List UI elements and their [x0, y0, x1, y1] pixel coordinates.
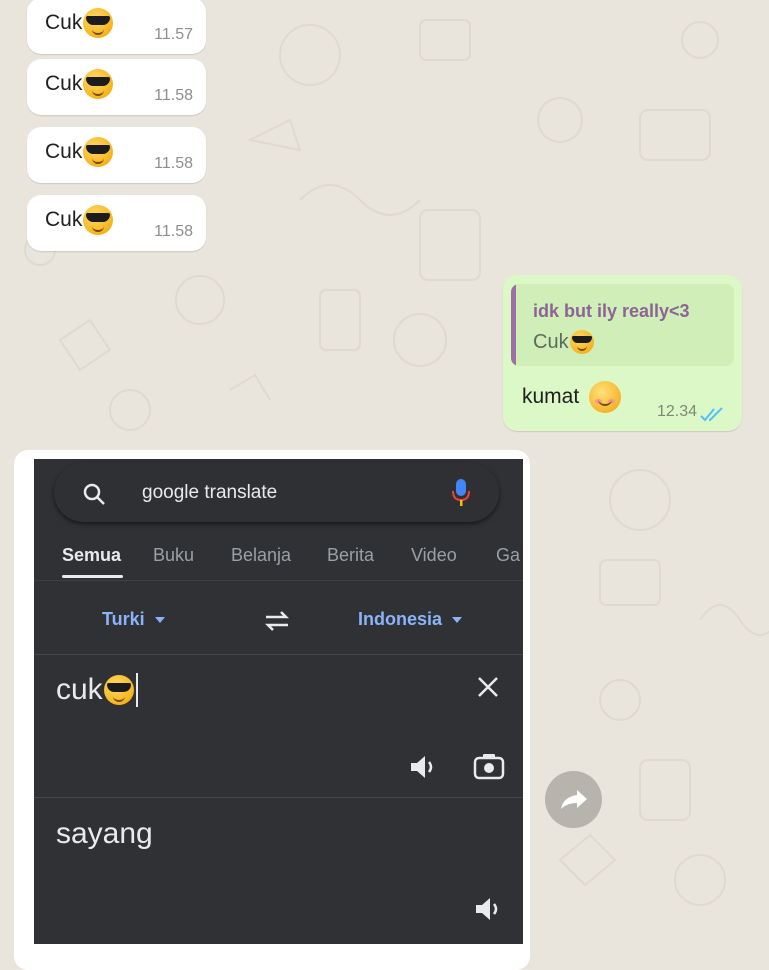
tab-video[interactable]: Video [411, 545, 457, 566]
message-time: 12.34 [656, 403, 697, 420]
chevron-down-icon [452, 616, 463, 623]
message-text-row: Cuk [45, 205, 114, 235]
speaker-icon[interactable] [409, 754, 439, 780]
chevron-down-icon [154, 616, 165, 623]
text-cursor [135, 673, 138, 707]
message-time: 11.57 [154, 26, 193, 43]
divider [34, 654, 523, 655]
source-language-select[interactable]: Turki [102, 609, 165, 630]
tab-more[interactable]: Ga [496, 545, 520, 566]
message-text: Cuk [45, 11, 83, 34]
search-query[interactable]: google translate [142, 482, 277, 504]
target-language-select[interactable]: Indonesia [358, 609, 463, 630]
smiling-face-icon [589, 381, 622, 413]
translate-input[interactable]: cuk [56, 673, 138, 707]
google-search-screenshot: google translate Semua Buku Belanja Beri… [34, 459, 523, 944]
incoming-message[interactable]: Cuk 11.58 [27, 127, 206, 183]
mic-icon[interactable] [452, 478, 470, 508]
quoted-message[interactable]: idk but ily really<3 Cuk [511, 284, 734, 366]
close-icon[interactable] [477, 676, 499, 698]
tab-all[interactable]: Semua [62, 545, 121, 566]
message-text: Cuk [45, 208, 83, 231]
search-icon [83, 483, 105, 505]
message-text-row: Cuk [45, 8, 114, 38]
quote-text-row: Cuk [533, 330, 594, 354]
message-text-row: Cuk [45, 69, 114, 99]
smiling-face-with-sunglasses-icon [83, 205, 114, 235]
active-tab-indicator [62, 575, 123, 578]
input-text: cuk [56, 673, 103, 706]
quote-text: Cuk [533, 330, 569, 353]
forward-button[interactable] [545, 771, 602, 828]
incoming-message[interactable]: Cuk 11.57 [27, 0, 206, 54]
message-text-row: kumat [522, 381, 622, 413]
speaker-icon[interactable] [474, 896, 504, 922]
incoming-message[interactable]: Cuk 11.58 [27, 195, 206, 251]
smiling-face-with-sunglasses-icon [83, 137, 114, 167]
tab-shopping[interactable]: Belanja [231, 545, 291, 566]
smiling-face-with-sunglasses-icon [103, 675, 134, 705]
target-language: Indonesia [358, 609, 443, 629]
tab-news[interactable]: Berita [327, 545, 374, 566]
translation-output: sayang [56, 817, 153, 850]
read-ticks-icon [700, 407, 723, 422]
message-time: 11.58 [154, 223, 193, 240]
incoming-message[interactable]: Cuk 11.58 [27, 59, 206, 115]
camera-icon[interactable] [473, 752, 505, 780]
search-bar[interactable]: google translate [54, 463, 499, 522]
smiling-face-with-sunglasses-icon [83, 69, 114, 99]
message-text-row: Cuk [45, 137, 114, 167]
smiling-face-with-sunglasses-icon [569, 330, 594, 354]
swap-languages-icon[interactable] [262, 609, 292, 633]
tab-books[interactable]: Buku [153, 545, 194, 566]
quote-accent-bar [511, 284, 516, 366]
message-text: kumat [522, 385, 580, 408]
smiling-face-with-sunglasses-icon [83, 8, 114, 38]
divider [34, 797, 523, 798]
forward-icon [560, 789, 587, 809]
search-tabs: Semua Buku Belanja Berita Video Ga [34, 545, 523, 585]
message-text: Cuk [45, 72, 83, 95]
message-time: 11.58 [154, 155, 193, 172]
source-language: Turki [102, 609, 145, 629]
message-time: 11.58 [154, 87, 193, 104]
message-text: Cuk [45, 140, 83, 163]
quote-author: idk but ily really<3 [533, 301, 690, 321]
divider [34, 580, 523, 581]
outgoing-message[interactable]: idk but ily really<3 Cuk kumat 12.34 [503, 275, 742, 431]
